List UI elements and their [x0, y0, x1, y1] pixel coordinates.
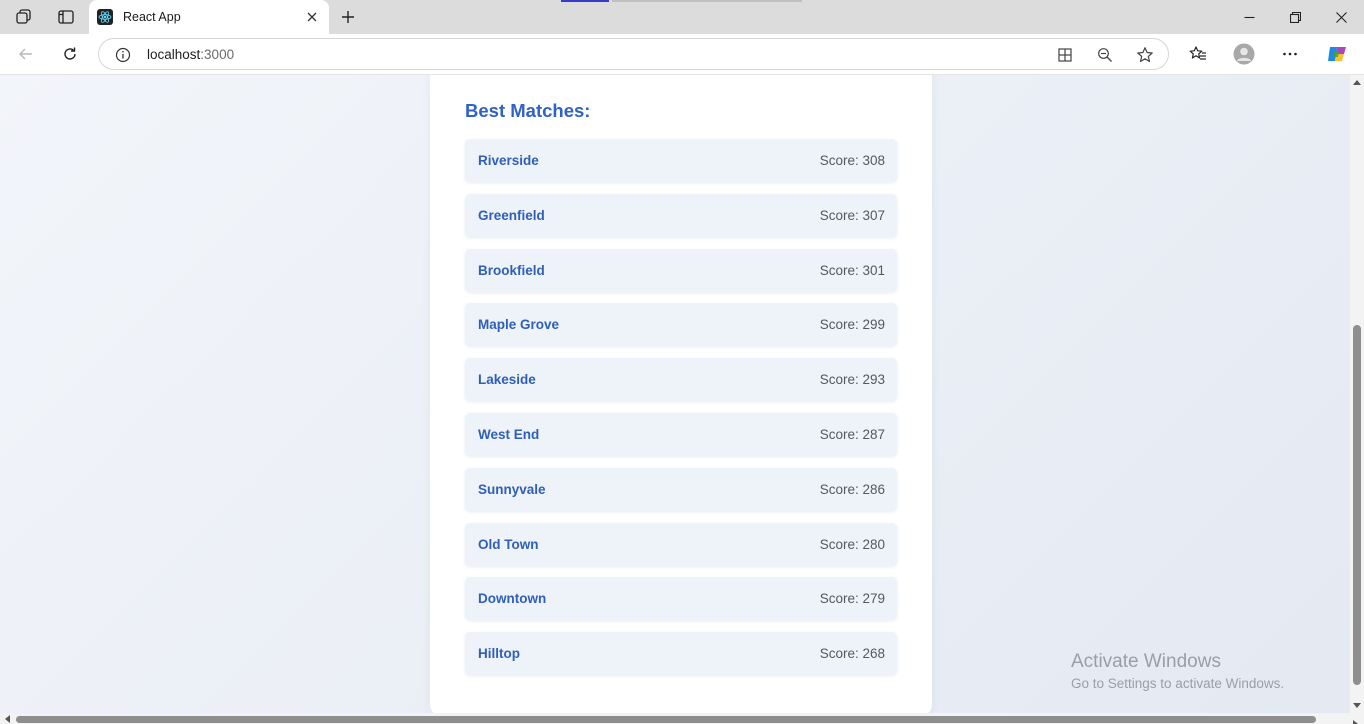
match-score: Score: 307: [819, 207, 885, 223]
match-score: Score: 286: [819, 481, 885, 497]
back-icon[interactable]: [11, 40, 41, 68]
scroll-down-arrow-icon[interactable]: [1353, 702, 1361, 710]
match-item: Downtown Score: 279: [465, 577, 897, 621]
match-name: Old Town: [478, 536, 539, 552]
browser-tab[interactable]: React App: [89, 0, 329, 34]
react-logo-icon: [97, 9, 113, 25]
match-score: Score: 268: [819, 646, 885, 662]
profile-avatar-icon[interactable]: [1229, 40, 1259, 68]
match-name: Greenfield: [478, 207, 545, 223]
match-name: Lakeside: [478, 372, 536, 388]
match-score: Score: 308: [819, 153, 885, 168]
vertical-tabs-icon[interactable]: [53, 5, 79, 29]
horizontal-scrollbar[interactable]: [0, 713, 1350, 724]
match-item: Greenfield Score: 307: [465, 193, 897, 237]
best-matches-heading: Best Matches:: [465, 100, 591, 121]
match-name: Brookfield: [478, 262, 545, 278]
browser-toolbar: localhost:3000: [0, 34, 1364, 75]
favorites-icon[interactable]: [1183, 40, 1213, 68]
tab-close-icon[interactable]: [301, 6, 323, 28]
zoom-out-icon[interactable]: [1094, 44, 1116, 66]
workspaces-icon[interactable]: [11, 5, 37, 29]
tab-title: React App: [123, 10, 181, 24]
restore-icon[interactable]: [1272, 0, 1318, 34]
match-item: West End Score: 287: [465, 412, 897, 456]
site-info-icon[interactable]: [113, 45, 133, 65]
minimize-icon[interactable]: [1226, 0, 1272, 34]
match-item: Old Town Score: 280: [465, 522, 897, 566]
match-score: Score: 280: [819, 536, 885, 552]
new-tab-icon[interactable]: [336, 5, 360, 29]
top-indicator: [561, 0, 609, 2]
url-host: localhost: [147, 47, 201, 62]
match-item: Hilltop Score: 268: [465, 632, 897, 676]
match-item: Brookfield Score: 301: [465, 248, 897, 292]
app-available-icon[interactable]: [1054, 44, 1076, 66]
vertical-scrollbar[interactable]: [1350, 75, 1364, 713]
page-viewport: Best Matches: Riverside Score: 308 Greenfi…: [0, 75, 1350, 713]
url-port: :3000: [200, 47, 235, 62]
scroll-up-arrow-icon[interactable]: [1353, 78, 1361, 86]
refresh-icon[interactable]: [55, 40, 85, 68]
match-score: Score: 293: [819, 372, 885, 388]
match-name: Sunnyvale: [478, 481, 546, 497]
activate-windows-watermark: Activate Windows Go to Settings to activ…: [1071, 651, 1284, 691]
top-indicator-track: [612, 0, 802, 2]
match-item: Sunnyvale Score: 286: [465, 467, 897, 511]
copilot-icon[interactable]: [1322, 40, 1352, 68]
match-name: Hilltop: [478, 646, 520, 662]
favorite-star-icon[interactable]: [1134, 44, 1156, 66]
tab-strip: React App: [0, 0, 1364, 34]
results-card: Best Matches: Riverside Score: 308 Greenfi…: [430, 75, 932, 713]
match-score: Score: 279: [819, 591, 885, 607]
match-score: Score: 287: [819, 426, 885, 442]
activate-subtitle: Go to Settings to activate Windows.: [1071, 676, 1285, 691]
match-name: Riverside: [478, 153, 539, 168]
scroll-corner: [1350, 713, 1364, 724]
horizontal-scroll-thumb[interactable]: [16, 716, 1316, 723]
match-item: Lakeside Score: 293: [465, 358, 897, 402]
more-menu-icon[interactable]: [1275, 40, 1305, 68]
address-bar[interactable]: localhost:3000: [98, 38, 1169, 70]
match-score: Score: 301: [819, 262, 885, 278]
vertical-scroll-thumb[interactable]: [1353, 325, 1361, 685]
match-item: Maple Grove Score: 299: [465, 303, 897, 347]
activate-title: Activate Windows: [1071, 651, 1221, 672]
match-score: Score: 299: [819, 317, 885, 333]
match-name: West End: [478, 426, 540, 442]
match-name: Maple Grove: [478, 317, 560, 333]
close-window-icon[interactable]: [1318, 0, 1364, 34]
match-item: Riverside Score: 308: [465, 139, 897, 182]
scroll-right-arrow-icon[interactable]: [1353, 715, 1359, 724]
scroll-left-arrow-icon[interactable]: [3, 715, 11, 723]
match-list: Riverside Score: 308 Greenfield Score: 307 B…: [465, 139, 897, 687]
match-name: Downtown: [478, 591, 547, 607]
url-text: localhost:3000: [147, 47, 234, 62]
